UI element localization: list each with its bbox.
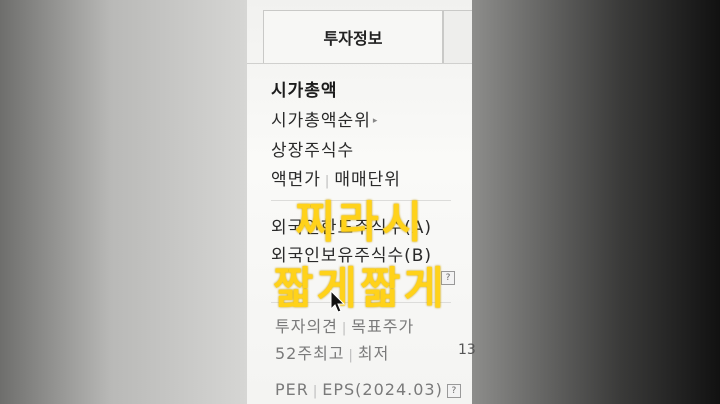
- range-52-row: 52주최고 | 최저: [275, 340, 389, 364]
- overlay-caption-bottom: 짧게짧게: [273, 263, 447, 314]
- market-cap-label: 시가총액: [271, 81, 338, 101]
- per-label: PER: [275, 380, 309, 399]
- eps-label: EPS(2024.03): [322, 380, 443, 399]
- cut-off-value: 13: [458, 342, 476, 358]
- overlay-caption-top: 찌라시: [294, 197, 426, 248]
- opinion-label: 투자의견: [275, 317, 338, 336]
- per-eps-row: PER | EPS(2024.03)?: [275, 380, 461, 399]
- tab-divider: [247, 63, 472, 64]
- separator: |: [341, 321, 348, 336]
- mouse-pointer-icon: [330, 289, 346, 318]
- tab-next[interactable]: [443, 10, 472, 63]
- listed-shares-label: 상장주식수: [271, 141, 355, 161]
- tab-investment-info[interactable]: 투자정보: [263, 10, 443, 63]
- separator: |: [312, 384, 319, 399]
- triangle-right-icon: ▸: [372, 116, 379, 126]
- target-price-label: 목표주가: [351, 317, 415, 336]
- high-52-label: 52주최고: [275, 344, 345, 363]
- separator: |: [348, 348, 354, 363]
- market-cap-rank-label: 시가총액순위: [271, 111, 371, 131]
- tab-bar: 투자정보: [263, 10, 472, 65]
- help-icon[interactable]: ?: [446, 383, 461, 398]
- low-label: 최저: [357, 344, 390, 363]
- market-cap-rank-link[interactable]: 시가총액순위 ▸: [271, 106, 378, 131]
